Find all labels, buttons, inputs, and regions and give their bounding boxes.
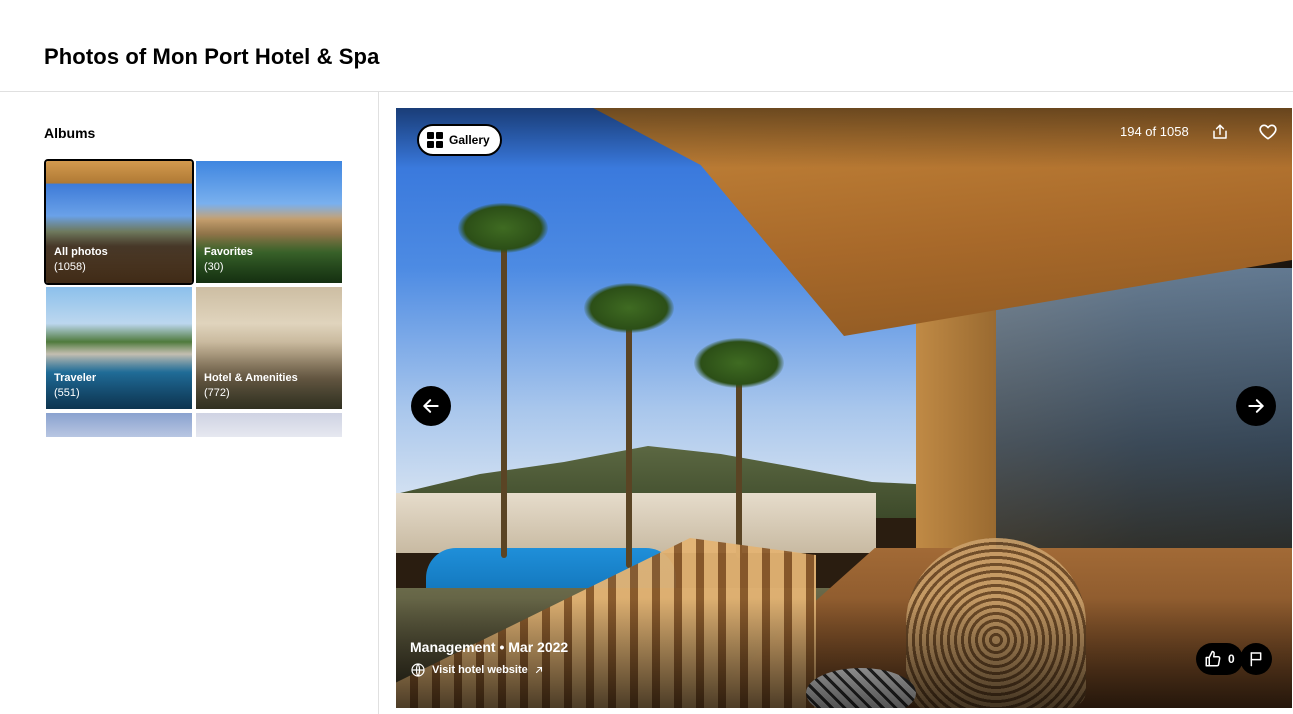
album-thumbnail: [196, 413, 342, 437]
albums-heading: Albums: [44, 125, 96, 141]
photo-counter: 194 of 1058: [1120, 124, 1189, 139]
globe-icon: [411, 663, 425, 677]
gallery-label: Gallery: [449, 133, 490, 147]
main-photo: [396, 108, 1292, 708]
visit-link-label: Visit hotel website: [432, 664, 528, 676]
album-count: (772): [204, 387, 230, 399]
album-partial[interactable]: [46, 413, 192, 437]
photo-caption: Management • Mar 2022: [410, 639, 569, 655]
external-link-icon: [535, 666, 542, 674]
album-all-photos[interactable]: All photos (1058): [44, 159, 194, 285]
album-thumbnail: [46, 413, 192, 437]
album-partial[interactable]: [196, 413, 342, 437]
album-traveler[interactable]: Traveler (551): [46, 287, 192, 409]
grid-icon: [427, 132, 443, 148]
album-hotel-amenities[interactable]: Hotel & Amenities (772): [196, 287, 342, 409]
album-count: (551): [54, 387, 80, 399]
flag-icon: [1250, 652, 1262, 667]
album-label: Traveler: [54, 372, 97, 384]
album-label: Hotel & Amenities: [204, 372, 298, 384]
visit-hotel-website-link[interactable]: Visit hotel website: [410, 662, 544, 678]
report-photo-button[interactable]: [1240, 643, 1272, 675]
album-label: Favorites: [204, 246, 253, 258]
like-count: 0: [1228, 652, 1235, 666]
next-photo-button[interactable]: [1236, 386, 1276, 426]
thumbs-up-icon: [1205, 650, 1221, 667]
arrow-right-icon: [1248, 399, 1264, 413]
album-count: (30): [204, 261, 224, 273]
heart-icon: [1259, 124, 1277, 140]
album-favorites[interactable]: Favorites (30): [196, 161, 342, 283]
favorite-button[interactable]: [1256, 120, 1280, 144]
album-label: All photos: [54, 246, 108, 258]
like-button[interactable]: 0: [1196, 643, 1243, 675]
photo-viewer: Gallery 194 of 1058 Management • Mar 202…: [396, 108, 1292, 708]
gallery-button[interactable]: Gallery: [417, 124, 502, 156]
previous-photo-button[interactable]: [411, 386, 451, 426]
album-count: (1058): [54, 261, 86, 273]
page-title: Photos of Mon Port Hotel & Spa: [44, 44, 380, 69]
arrow-left-icon: [423, 399, 439, 413]
share-icon: [1213, 124, 1227, 139]
albums-sidebar: Albums All photos (1058) Favorites (30) …: [0, 92, 379, 714]
page-header: Photos of Mon Port Hotel & Spa: [0, 0, 1293, 92]
share-button[interactable]: [1208, 120, 1232, 144]
